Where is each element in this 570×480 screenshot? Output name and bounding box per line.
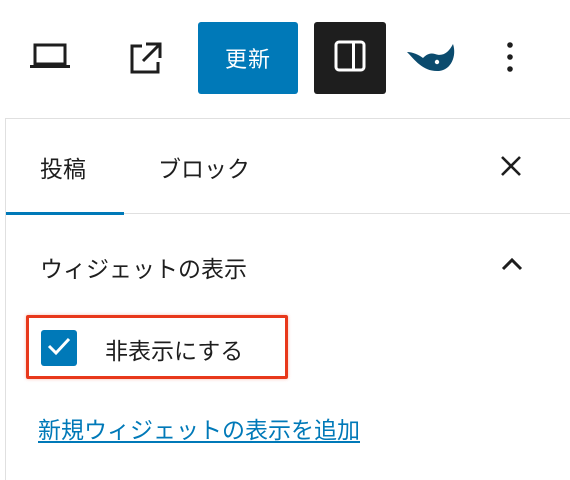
checkmark-icon: [47, 336, 71, 360]
tab-post[interactable]: 投稿: [6, 119, 124, 215]
close-sidebar-button[interactable]: [496, 153, 526, 183]
update-button[interactable]: 更新: [198, 22, 298, 94]
update-button-label: 更新: [224, 48, 271, 73]
tab-block[interactable]: ブロック: [158, 119, 250, 214]
widget-visibility-panel-header[interactable]: ウィジェットの表示: [6, 215, 570, 315]
preview-button[interactable]: [24, 34, 76, 82]
view-post-button[interactable]: [120, 34, 172, 86]
section-title: ウィジェットの表示: [40, 257, 247, 283]
more-options-button[interactable]: [492, 36, 528, 82]
top-toolbar: 更新: [0, 0, 570, 118]
more-vertical-icon: [506, 41, 514, 77]
sidebar-tabs: 投稿 ブロック: [6, 119, 570, 215]
laptop-icon: [28, 40, 72, 76]
settings-sidebar: 投稿 ブロック ウィジェットの表示 非表示にする 新規ウィジェットの表示を追加: [5, 118, 570, 480]
close-icon: [500, 155, 522, 181]
hide-checkbox[interactable]: [41, 330, 77, 366]
tab-post-label: 投稿: [40, 156, 86, 183]
hide-checkbox-row: 非表示にする: [26, 315, 288, 379]
chevron-up-icon: [501, 256, 523, 275]
hide-checkbox-label[interactable]: 非表示にする: [105, 332, 243, 366]
tab-block-label: ブロック: [158, 156, 250, 183]
add-visibility-link[interactable]: 新規ウィジェットの表示を追加: [38, 411, 360, 445]
editor-window: 更新 投稿 ブロック ウィジェットの表示 非表示にする 新規ウィジェットの表示を…: [0, 0, 570, 480]
collapse-button[interactable]: [498, 251, 526, 279]
jetpack-button[interactable]: [402, 36, 460, 82]
jetpack-icon: [405, 38, 457, 80]
settings-toggle-button[interactable]: [314, 22, 386, 94]
external-link-icon: [126, 38, 166, 82]
sidebar-toggle-icon: [333, 39, 367, 77]
